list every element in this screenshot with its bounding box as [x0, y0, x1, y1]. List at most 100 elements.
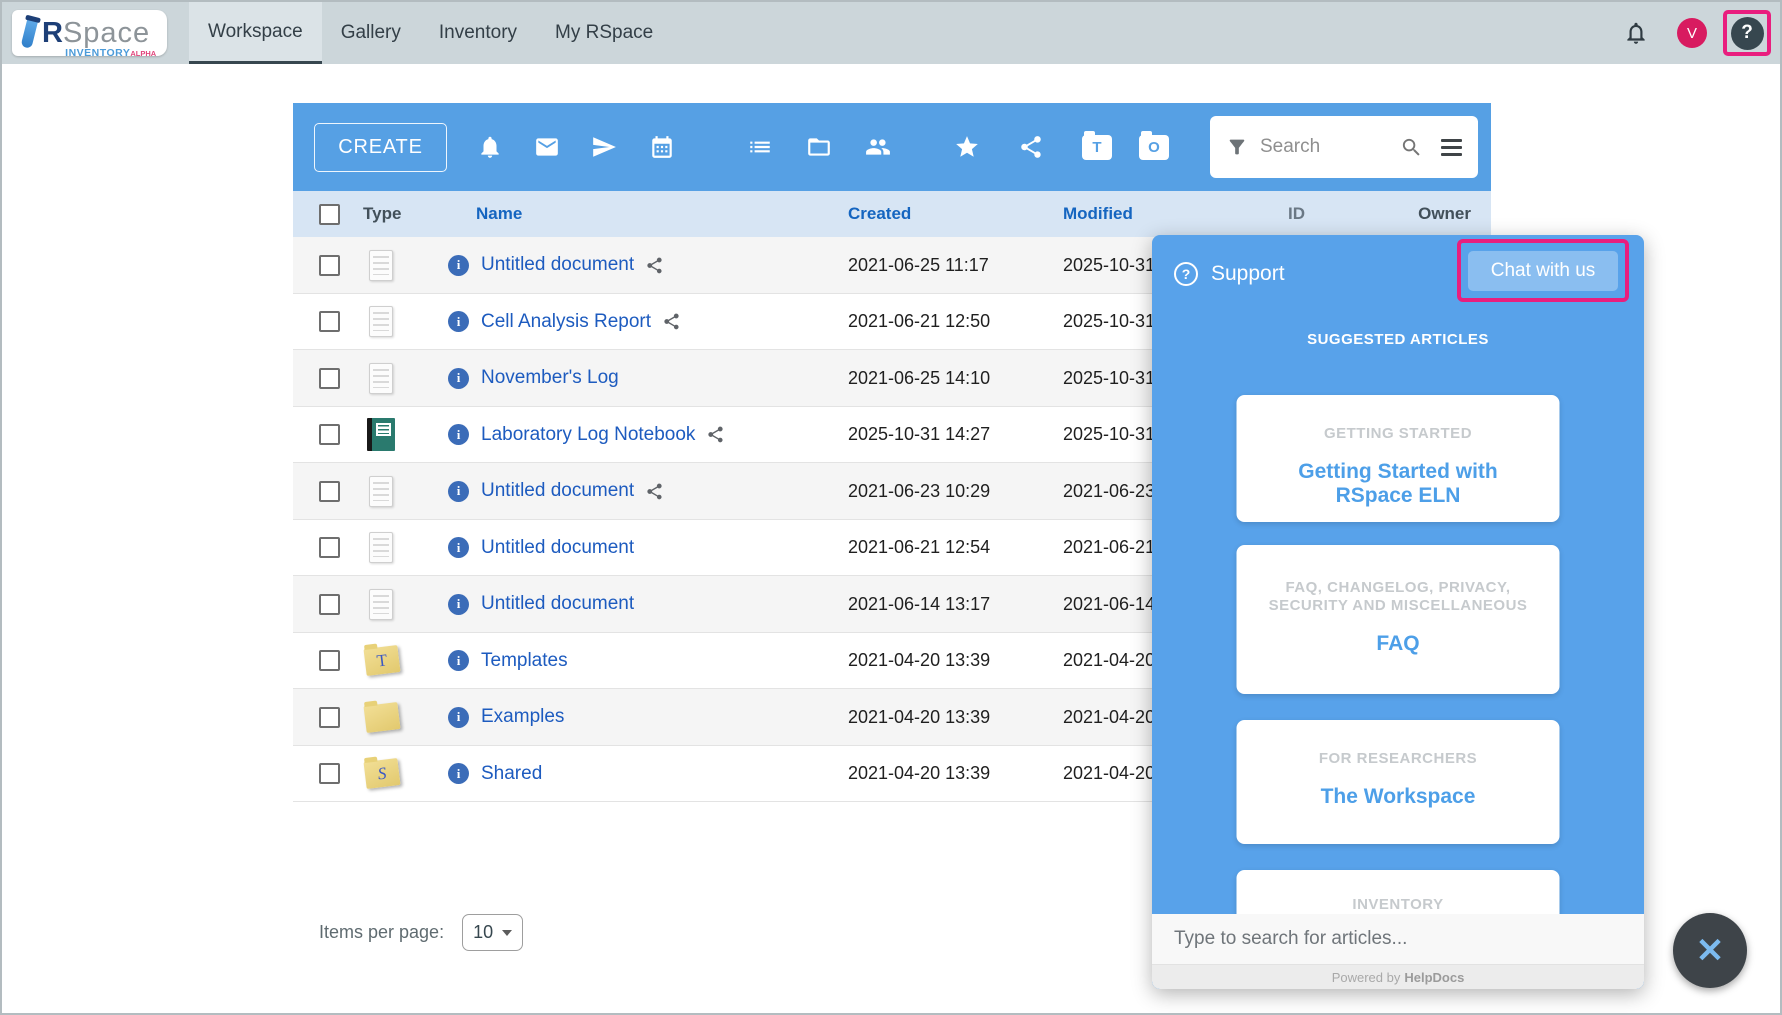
- document-link[interactable]: November's Log: [481, 367, 619, 389]
- document-link[interactable]: Untitled document: [481, 254, 634, 276]
- powered-by-helpdocs: Powered by HelpDocs: [1152, 965, 1644, 989]
- help-button[interactable]: ?: [1730, 16, 1764, 50]
- notifications-bell-icon[interactable]: [1623, 20, 1649, 46]
- article-link[interactable]: Getting Started with RSpace ELN: [1259, 460, 1538, 508]
- row-checkbox[interactable]: [319, 650, 340, 672]
- close-support-button[interactable]: ✕: [1673, 913, 1747, 988]
- article-card[interactable]: FOR RESEARCHERS The Workspace: [1236, 720, 1560, 844]
- article-link[interactable]: FAQ: [1259, 632, 1538, 656]
- col-header-name[interactable]: Name: [448, 204, 848, 224]
- envelope-icon[interactable]: [534, 134, 560, 160]
- row-checkbox[interactable]: [319, 424, 340, 446]
- row-checkbox[interactable]: [319, 763, 340, 785]
- support-panel: ? Support Chat with us SUGGESTED ARTICLE…: [1152, 235, 1644, 989]
- folder-link[interactable]: Templates: [481, 650, 568, 672]
- info-icon[interactable]: i: [448, 763, 469, 785]
- article-category: GETTING STARTED: [1323, 425, 1473, 442]
- logo-alpha-tag: ALPHA: [130, 48, 157, 58]
- info-icon[interactable]: i: [448, 367, 469, 389]
- shared-indicator-icon[interactable]: [662, 312, 681, 331]
- info-icon[interactable]: i: [448, 254, 469, 276]
- info-icon[interactable]: i: [448, 311, 469, 333]
- created-date: 2021-06-25 14:10: [848, 367, 991, 388]
- chat-with-us-button[interactable]: Chat with us: [1468, 250, 1618, 291]
- bell-icon[interactable]: [477, 134, 503, 160]
- created-date: 2025-10-31 14:27: [848, 424, 991, 445]
- rspace-window: RSpace INVENTORYALPHA Workspace Gallery …: [0, 0, 1782, 1015]
- document-type-icon: [369, 532, 393, 564]
- col-header-type[interactable]: Type: [363, 204, 448, 224]
- created-date: 2021-06-21 12:50: [848, 311, 991, 332]
- col-header-created[interactable]: Created: [848, 204, 1063, 224]
- select-all-checkbox[interactable]: [319, 203, 340, 225]
- items-per-page-label: Items per page:: [319, 922, 445, 942]
- row-checkbox[interactable]: [319, 480, 340, 502]
- article-category: FAQ, CHANGELOG, PRIVACY, SECURITY AND MI…: [1268, 579, 1528, 614]
- support-panel-title: Support: [1211, 262, 1285, 285]
- article-card[interactable]: GETTING STARTED Getting Started with RSp…: [1236, 395, 1560, 522]
- share-icon[interactable]: [1018, 134, 1044, 160]
- list-icon[interactable]: [747, 134, 773, 160]
- suggested-articles-heading: SUGGESTED ARTICLES: [1307, 331, 1489, 348]
- search-options-menu-icon[interactable]: [1441, 138, 1462, 156]
- document-link[interactable]: Laboratory Log Notebook: [481, 424, 695, 446]
- row-checkbox[interactable]: [319, 254, 340, 276]
- chevron-down-icon: [502, 929, 513, 936]
- template-folder-icon[interactable]: T: [1082, 130, 1112, 160]
- col-header-owner[interactable]: Owner: [1313, 204, 1491, 224]
- info-icon[interactable]: i: [448, 480, 469, 502]
- question-circle-icon: ?: [1174, 262, 1198, 286]
- shared-indicator-icon[interactable]: [645, 256, 664, 275]
- info-icon[interactable]: i: [448, 706, 469, 728]
- folder-link[interactable]: Shared: [481, 763, 542, 785]
- tab-my-rspace[interactable]: My RSpace: [536, 2, 672, 64]
- items-per-page-select[interactable]: 10: [462, 914, 524, 951]
- search-input[interactable]: [1260, 136, 1388, 158]
- info-icon[interactable]: i: [448, 424, 469, 446]
- logo-inventory: INVENTORY: [65, 46, 131, 59]
- row-checkbox[interactable]: [319, 537, 340, 559]
- document-link[interactable]: Cell Analysis Report: [481, 311, 651, 333]
- notebook-type-icon: [367, 418, 395, 452]
- row-checkbox[interactable]: [319, 311, 340, 333]
- created-date: 2021-06-25 11:17: [848, 254, 989, 275]
- calendar-icon[interactable]: [649, 134, 675, 160]
- document-type-icon: [369, 249, 393, 281]
- logo-r: R: [42, 16, 63, 49]
- folder-open-icon[interactable]: [806, 134, 832, 160]
- shared-indicator-icon[interactable]: [706, 425, 725, 444]
- table-header: Type Name Created Modified ID Owner: [293, 191, 1491, 237]
- tab-gallery[interactable]: Gallery: [322, 2, 420, 64]
- user-avatar[interactable]: V: [1677, 18, 1707, 48]
- row-checkbox[interactable]: [319, 593, 340, 615]
- rspace-logo[interactable]: RSpace INVENTORYALPHA: [12, 10, 167, 59]
- document-link[interactable]: Untitled document: [481, 537, 634, 559]
- created-date: 2021-04-20 13:39: [848, 706, 991, 727]
- shared-indicator-icon[interactable]: [645, 482, 664, 501]
- document-link[interactable]: Untitled document: [481, 593, 634, 615]
- create-button[interactable]: CREATE: [314, 122, 447, 172]
- col-header-id[interactable]: ID: [1243, 204, 1313, 224]
- col-header-modified[interactable]: Modified: [1063, 204, 1243, 224]
- article-link[interactable]: The Workspace: [1259, 785, 1538, 809]
- people-icon[interactable]: [865, 134, 891, 160]
- article-search-input[interactable]: [1152, 914, 1644, 965]
- document-link[interactable]: Untitled document: [481, 480, 634, 502]
- info-icon[interactable]: i: [448, 537, 469, 559]
- magnifier-icon[interactable]: [1400, 136, 1423, 159]
- workspace-search-box: [1210, 116, 1478, 178]
- article-card[interactable]: FAQ, CHANGELOG, PRIVACY, SECURITY AND MI…: [1236, 545, 1560, 694]
- other-folder-icon[interactable]: O: [1139, 130, 1169, 160]
- send-icon[interactable]: [591, 134, 617, 160]
- main-nav-tabs: Workspace Gallery Inventory My RSpace: [189, 2, 672, 64]
- info-icon[interactable]: i: [448, 650, 469, 672]
- workspace-toolbar: CREATE T O: [293, 103, 1491, 191]
- tab-workspace[interactable]: Workspace: [189, 2, 322, 64]
- row-checkbox[interactable]: [319, 367, 340, 389]
- folder-link[interactable]: Examples: [481, 706, 564, 728]
- info-icon[interactable]: i: [448, 593, 469, 615]
- filter-funnel-icon[interactable]: [1226, 136, 1248, 158]
- row-checkbox[interactable]: [319, 706, 340, 728]
- tab-inventory[interactable]: Inventory: [420, 2, 536, 64]
- star-icon[interactable]: [954, 134, 980, 160]
